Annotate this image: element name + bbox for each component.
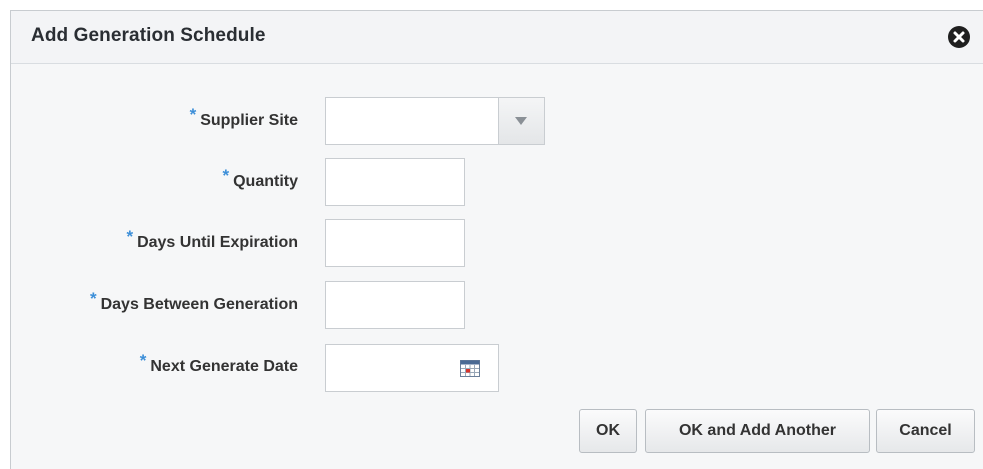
supplier-site-label: * Supplier Site [189, 105, 298, 129]
ok-button[interactable]: OK [579, 409, 637, 453]
next-generate-date-input[interactable] [326, 345, 456, 391]
dialog-header: Add Generation Schedule [11, 11, 983, 64]
ok-and-add-another-button[interactable]: OK and Add Another [645, 409, 870, 453]
add-generation-schedule-dialog: Add Generation Schedule * Supplier Site *… [10, 10, 983, 469]
required-marker: * [139, 351, 147, 370]
next-generate-date-label: * Next Generate Date [139, 351, 298, 375]
required-marker: * [126, 227, 134, 246]
dialog-title: Add Generation Schedule [31, 25, 266, 46]
next-generate-date-field [325, 344, 499, 392]
quantity-input[interactable] [325, 158, 465, 206]
days-until-expiration-input[interactable] [325, 219, 465, 267]
close-icon[interactable] [948, 26, 970, 48]
required-marker: * [189, 105, 197, 124]
required-marker: * [222, 166, 230, 185]
days-between-generation-label: * Days Between Generation [89, 289, 298, 313]
required-marker: * [89, 289, 97, 308]
quantity-label: * Quantity [222, 166, 298, 190]
days-until-expiration-label: * Days Until Expiration [126, 227, 298, 251]
chevron-down-icon [515, 117, 527, 125]
cancel-button[interactable]: Cancel [876, 409, 975, 453]
days-between-generation-input[interactable] [325, 281, 465, 329]
supplier-site-dropdown-button[interactable] [498, 98, 544, 144]
calendar-icon[interactable] [460, 360, 480, 377]
supplier-site-select[interactable] [325, 97, 545, 145]
